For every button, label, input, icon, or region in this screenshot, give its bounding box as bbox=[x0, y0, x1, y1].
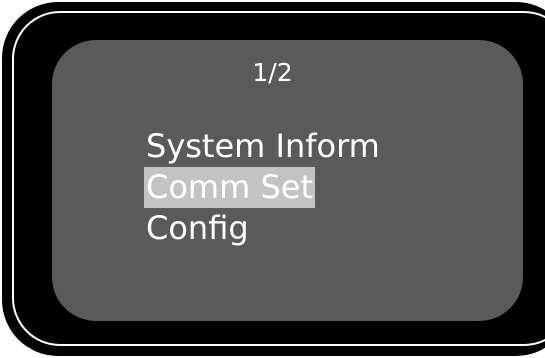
page-indicator: 1/2 bbox=[252, 58, 293, 87]
menu-item-comm-set[interactable]: Comm Set bbox=[144, 167, 315, 208]
menu-item-config[interactable]: Config bbox=[144, 208, 382, 249]
menu-item-system-inform[interactable]: System Inform bbox=[144, 126, 382, 167]
menu-list: System Inform Comm Set Config bbox=[144, 126, 382, 249]
